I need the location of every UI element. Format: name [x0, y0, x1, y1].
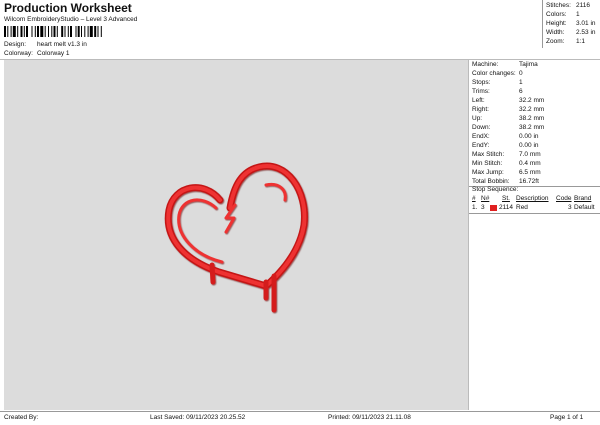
page-title: Production Worksheet	[4, 1, 132, 15]
row-num: 1.	[472, 204, 478, 211]
stop-sequence-title: Stop Sequence:	[472, 186, 519, 193]
machine-info-label: Color changes:	[472, 70, 516, 77]
machine-info-label: Left:	[472, 97, 485, 104]
sequence-divider	[469, 213, 600, 214]
col-header-num: #	[472, 195, 476, 202]
design-preview	[4, 60, 468, 410]
machine-info-label: Min Stitch:	[472, 160, 503, 167]
height-label: Height:	[546, 20, 567, 27]
machine-info-label: Max Jump:	[472, 169, 504, 176]
width-label: Width:	[546, 29, 565, 36]
machine-info-value: 1	[519, 79, 523, 86]
row-needle: 3	[481, 204, 485, 211]
barcode	[4, 26, 102, 37]
machine-info-label: EndX:	[472, 133, 490, 140]
machine-info-label: Up:	[472, 115, 483, 122]
machine-info-value: 38.2 mm	[519, 124, 545, 131]
machine-info-label: Down:	[472, 124, 491, 131]
page-number: Page 1 of 1	[550, 414, 584, 421]
zoom-value: 1:1	[576, 38, 586, 45]
machine-info-value: 6	[519, 88, 523, 95]
colorway-value: Colorway 1	[37, 50, 70, 57]
machine-info-label: Total Bobbin:	[472, 178, 510, 185]
machine-info-label: Max Stitch:	[472, 151, 505, 158]
design-value: heart melt v1.3 in	[37, 41, 87, 48]
machine-info-panel: Machine: Tajima Color changes: 0 Stops: 1 Trim…	[468, 60, 600, 410]
machine-info-value: 16.72ft	[519, 178, 539, 185]
machine-info-value: 38.2 mm	[519, 115, 545, 122]
design-stats: Stitches: 2116 Colors: 1 Height: 3.01 in…	[542, 0, 600, 48]
machine-info-value: Tajima	[519, 61, 538, 68]
machine-info-value: 0.4 mm	[519, 160, 541, 167]
machine-info-label: Stops:	[472, 79, 491, 86]
colorway-label: Colorway:	[4, 50, 33, 57]
last-saved: Last Saved: 09/11/2023 20.25.52	[150, 414, 246, 421]
heart-highlight	[264, 182, 287, 202]
machine-info-value: 6.5 mm	[519, 169, 541, 176]
drip-left	[209, 262, 216, 285]
footer: Created By: Last Saved: 09/11/2023 20.25…	[0, 411, 600, 425]
row-code: 3	[568, 204, 572, 211]
col-header-needle: N#	[481, 195, 490, 202]
machine-info-value: 0.00 in	[519, 133, 539, 140]
colors-label: Colors:	[546, 11, 567, 18]
row-brand: Default	[574, 204, 595, 211]
width-value: 2.53 in	[576, 29, 596, 36]
row-description: Red	[516, 204, 528, 211]
printed-date: Printed: 09/11/2023 21.11.08	[328, 414, 411, 421]
col-header-brand: Brand	[574, 195, 592, 202]
zoom-label: Zoom:	[546, 38, 565, 45]
machine-info-value: 0.00 in	[519, 142, 539, 149]
row-stitches: 2114	[499, 204, 513, 211]
stitches-value: 2116	[576, 2, 590, 9]
machine-info-label: EndY:	[472, 142, 490, 149]
colors-value: 1	[576, 11, 580, 18]
machine-info-value: 32.2 mm	[519, 106, 545, 113]
design-label: Design:	[4, 41, 27, 48]
software-subtitle: Wilcom EmbroideryStudio – Level 3 Advanc…	[4, 16, 138, 23]
col-header-code: Code	[556, 195, 572, 202]
col-header-stitches: St.	[502, 195, 510, 202]
created-by: Created By:	[4, 414, 39, 421]
machine-info-label: Trims:	[472, 88, 490, 95]
machine-info-value: 0	[519, 70, 523, 77]
heart-melt-design	[164, 162, 308, 313]
machine-info-value: 7.0 mm	[519, 151, 541, 158]
col-header-description: Description	[516, 195, 549, 202]
machine-info-value: 32.2 mm	[519, 97, 545, 104]
stitches-label: Stitches:	[546, 2, 571, 9]
color-swatch	[490, 205, 497, 211]
machine-info-label: Right:	[472, 106, 489, 113]
machine-info-label: Machine:	[472, 61, 499, 68]
height-value: 3.01 in	[576, 20, 596, 27]
